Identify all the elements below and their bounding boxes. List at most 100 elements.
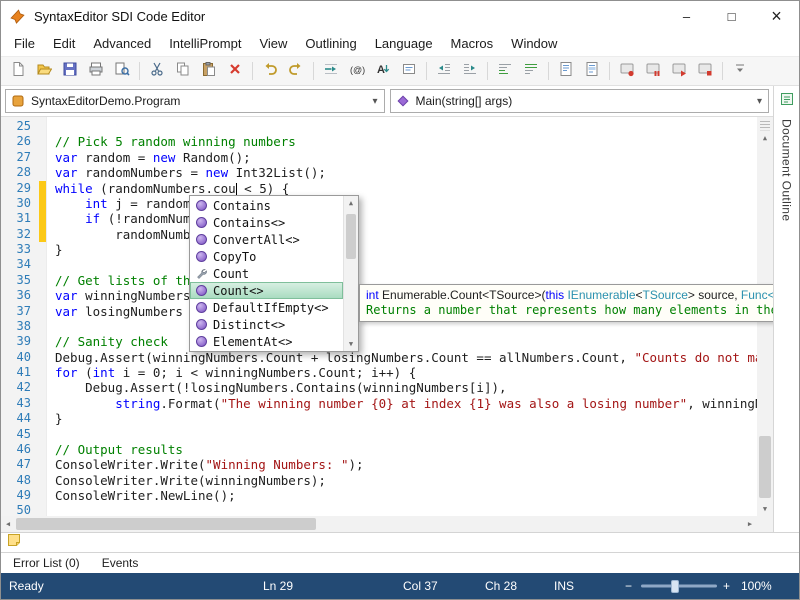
play-macro-button[interactable] [667, 59, 691, 83]
line-number[interactable]: 36 [1, 288, 39, 303]
line-number[interactable]: 49 [1, 488, 39, 503]
line-number[interactable]: 26 [1, 134, 39, 149]
scroll-up-icon[interactable]: ▲ [344, 196, 358, 210]
completion-scroll-thumb[interactable] [346, 214, 356, 259]
save-button[interactable] [58, 59, 82, 83]
line-number[interactable]: 28 [1, 165, 39, 180]
record-macro-button[interactable] [615, 59, 639, 83]
line-number[interactable]: 42 [1, 380, 39, 395]
insert-symbol-button[interactable]: A [371, 59, 395, 83]
code-line-50[interactable]: 50 [1, 503, 757, 516]
tab-events[interactable]: Events [92, 554, 149, 572]
menu-item-outlining[interactable]: Outlining [296, 33, 365, 54]
page-note-icon[interactable] [6, 532, 22, 553]
scroll-down-icon[interactable]: ▼ [344, 337, 358, 351]
line-number[interactable]: 46 [1, 442, 39, 457]
completion-item[interactable]: CopyTo [190, 248, 343, 265]
scroll-up-icon[interactable]: ▲ [757, 131, 773, 145]
code-line-41[interactable]: 41for (int i = 0; i < winningNumbers.Cou… [1, 365, 757, 380]
menu-item-advanced[interactable]: Advanced [84, 33, 160, 54]
code-line-25[interactable]: 25 [1, 119, 757, 134]
print-button[interactable] [84, 59, 108, 83]
document-outline-tab[interactable]: Document Outline [773, 86, 799, 532]
menu-item-window[interactable]: Window [502, 33, 566, 54]
line-number[interactable]: 30 [1, 196, 39, 211]
line-number[interactable]: 47 [1, 457, 39, 472]
line-number[interactable]: 33 [1, 242, 39, 257]
scroll-left-icon[interactable]: ◀ [1, 516, 15, 532]
line-number[interactable]: 32 [1, 227, 39, 242]
code-line-30[interactable]: 30 int j = random [1, 196, 757, 211]
code-line-27[interactable]: 27var random = new Random(); [1, 150, 757, 165]
line-number[interactable]: 45 [1, 427, 39, 442]
line-number[interactable]: 50 [1, 503, 39, 516]
code-line-45[interactable]: 45 [1, 427, 757, 442]
line-number[interactable]: 29 [1, 181, 39, 196]
line-number[interactable]: 34 [1, 257, 39, 272]
scroll-down-icon[interactable]: ▼ [757, 502, 773, 516]
menu-item-file[interactable]: File [5, 33, 44, 54]
code-line-44[interactable]: 44} [1, 411, 757, 426]
code-line-46[interactable]: 46// Output results [1, 442, 757, 457]
completion-scrollbar[interactable]: ▲ ▼ [343, 196, 358, 351]
menu-item-intelliprompt[interactable]: IntelliPrompt [160, 33, 250, 54]
completion-item[interactable]: Contains [190, 197, 343, 214]
minimize-button[interactable]: – [664, 1, 709, 31]
code-line-48[interactable]: 48ConsoleWriter.Write(winningNumbers); [1, 473, 757, 488]
code-line-34[interactable]: 34 [1, 257, 757, 272]
code-line-33[interactable]: 33} [1, 242, 757, 257]
code-line-47[interactable]: 47ConsoleWriter.Write("Winning Numbers: … [1, 457, 757, 472]
code-line-32[interactable]: 32 randomNumb [1, 227, 757, 242]
line-number[interactable]: 37 [1, 304, 39, 319]
code-line-31[interactable]: 31 if (!randomNum [1, 211, 757, 226]
zoom-in-button[interactable]: + [723, 579, 730, 593]
line-number[interactable]: 27 [1, 150, 39, 165]
type-dropdown[interactable]: SyntaxEditorDemo.Program ▾ [5, 89, 385, 113]
horizontal-scroll-thumb[interactable] [16, 518, 316, 530]
code-line-26[interactable]: 26// Pick 5 random winning numbers [1, 134, 757, 149]
scroll-right-icon[interactable]: ▶ [743, 516, 757, 532]
completion-item[interactable]: ConvertAll<> [190, 231, 343, 248]
zoom-slider-thumb[interactable] [671, 580, 679, 593]
new-document-button[interactable] [6, 59, 30, 83]
goto-line-button[interactable] [319, 59, 343, 83]
chevron-down-icon[interactable]: ▾ [372, 96, 377, 107]
title-bar[interactable]: SyntaxEditor SDI Code Editor – □ × [1, 1, 799, 31]
outdent-button[interactable] [432, 59, 456, 83]
completion-item[interactable]: Distinct<> [190, 316, 343, 333]
line-number[interactable]: 39 [1, 334, 39, 349]
completion-item[interactable]: ElementAt<> [190, 333, 343, 350]
line-number[interactable]: 25 [1, 119, 39, 134]
code-editor[interactable]: 2526// Pick 5 random winning numbers27va… [1, 116, 773, 532]
redo-button[interactable] [284, 59, 308, 83]
close-button[interactable]: × [754, 1, 799, 31]
stop-macro-button[interactable] [693, 59, 717, 83]
maximize-button[interactable]: □ [709, 1, 754, 31]
line-number[interactable]: 41 [1, 365, 39, 380]
line-number[interactable]: 43 [1, 396, 39, 411]
line-number[interactable]: 48 [1, 473, 39, 488]
cut-button[interactable] [145, 59, 169, 83]
menu-item-language[interactable]: Language [366, 33, 442, 54]
insert-snippet-button[interactable] [397, 59, 421, 83]
horizontal-scrollbar[interactable]: ◀ ▶ [1, 516, 757, 532]
code-line-40[interactable]: 40Debug.Assert(winningNumbers.Count + lo… [1, 350, 757, 365]
toolbar-overflow-button[interactable] [728, 59, 752, 83]
completion-item[interactable]: Count [190, 265, 343, 282]
chevron-down-icon[interactable]: ▾ [757, 96, 762, 107]
format-selection-button[interactable] [580, 59, 604, 83]
complete-word-button[interactable]: (@) [345, 59, 369, 83]
line-number[interactable]: 44 [1, 411, 39, 426]
open-file-button[interactable] [32, 59, 56, 83]
splitter-grip[interactable] [760, 119, 770, 131]
zoom-slider[interactable] [641, 585, 717, 588]
print-preview-button[interactable] [110, 59, 134, 83]
completion-item[interactable]: Count<> [190, 282, 343, 299]
menu-item-view[interactable]: View [250, 33, 296, 54]
line-number[interactable]: 40 [1, 350, 39, 365]
indent-button[interactable] [458, 59, 482, 83]
code-line-42[interactable]: 42 Debug.Assert(!losingNumbers.Contains(… [1, 380, 757, 395]
menu-item-macros[interactable]: Macros [442, 33, 503, 54]
uncomment-lines-button[interactable] [519, 59, 543, 83]
code-line-39[interactable]: 39// Sanity check [1, 334, 757, 349]
